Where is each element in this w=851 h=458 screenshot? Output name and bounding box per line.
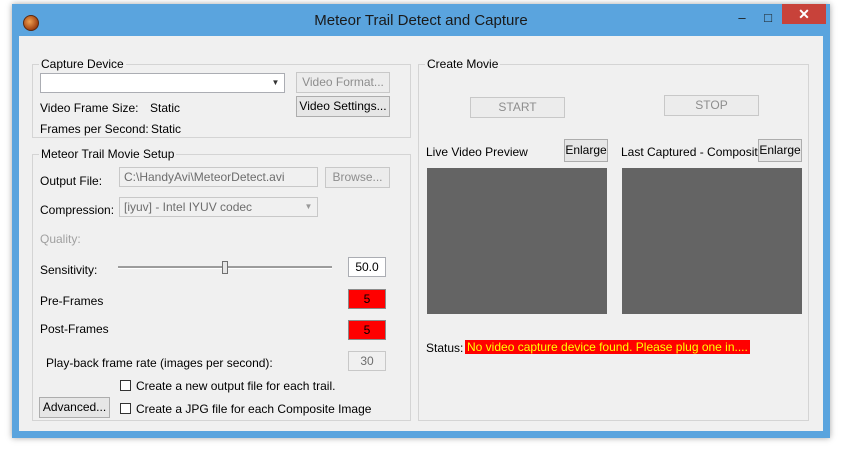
postframes-label: Post-Frames [40,322,109,336]
fps-label: Frames per Second: [40,122,149,136]
capture-device-select[interactable]: ▼ [40,73,285,93]
live-preview-label: Live Video Preview [426,145,528,159]
title-bar[interactable]: Meteor Trail Detect and Capture – □ ✕ [12,4,830,36]
preframes-field[interactable]: 5 [348,289,386,309]
compression-value: [iyuv] - Intel IYUV codec [124,200,253,214]
output-file-label: Output File: [40,174,103,188]
close-button[interactable]: ✕ [782,4,826,24]
sensitivity-slider[interactable] [118,261,332,277]
chevron-down-icon[interactable]: ▼ [301,199,316,215]
live-video-preview [427,168,607,314]
last-captured-label: Last Captured - Composite [621,145,765,159]
movie-setup-legend: Meteor Trail Movie Setup [41,147,175,161]
new-file-label: Create a new output file for each trail. [136,379,336,393]
output-file-field[interactable]: C:\HandyAvi\MeteorDetect.avi [119,167,318,187]
fps-value: Static [151,122,182,136]
status-message: No video capture device found. Please pl… [465,340,750,354]
enlarge-composite-button[interactable]: Enlarge [758,139,802,162]
status-label: Status: [426,341,464,355]
maximize-button[interactable]: □ [758,10,778,28]
enlarge-live-button[interactable]: Enlarge [564,139,608,162]
frame-size-label: Video Frame Size: [40,101,139,115]
app-window: Meteor Trail Detect and Capture – □ ✕ Ca… [12,4,830,438]
capture-device-legend: Capture Device [41,57,124,71]
browse-button[interactable]: Browse... [325,167,390,188]
minimize-button[interactable]: – [732,10,752,28]
playback-field[interactable]: 30 [348,351,386,371]
start-button[interactable]: START [470,97,565,118]
compression-select[interactable]: [iyuv] - Intel IYUV codec ▼ [119,197,318,217]
video-format-button[interactable]: Video Format... [296,72,390,93]
jpg-checkbox[interactable] [120,403,131,414]
chevron-down-icon[interactable]: ▼ [268,75,283,91]
create-movie-legend: Create Movie [427,57,499,71]
jpg-label: Create a JPG file for each Composite Ima… [136,402,372,416]
sensitivity-label: Sensitivity: [40,263,98,277]
compression-label: Compression: [40,203,115,217]
composite-preview [622,168,802,314]
advanced-button[interactable]: Advanced... [39,397,110,418]
window-title: Meteor Trail Detect and Capture [314,12,528,29]
stop-button[interactable]: STOP [664,95,759,116]
playback-label: Play-back frame rate (images per second)… [46,356,273,370]
postframes-field[interactable]: 5 [348,320,386,340]
sensitivity-value[interactable]: 50.0 [348,257,386,277]
preframes-label: Pre-Frames [40,294,104,308]
frame-size-value: Static [150,101,181,115]
slider-thumb[interactable] [222,261,228,274]
video-settings-button[interactable]: Video Settings... [296,96,390,117]
new-file-checkbox[interactable] [120,380,131,391]
quality-label: Quality: [40,232,81,246]
client-area: Capture Device ▼ Video Format... Video S… [19,36,823,431]
